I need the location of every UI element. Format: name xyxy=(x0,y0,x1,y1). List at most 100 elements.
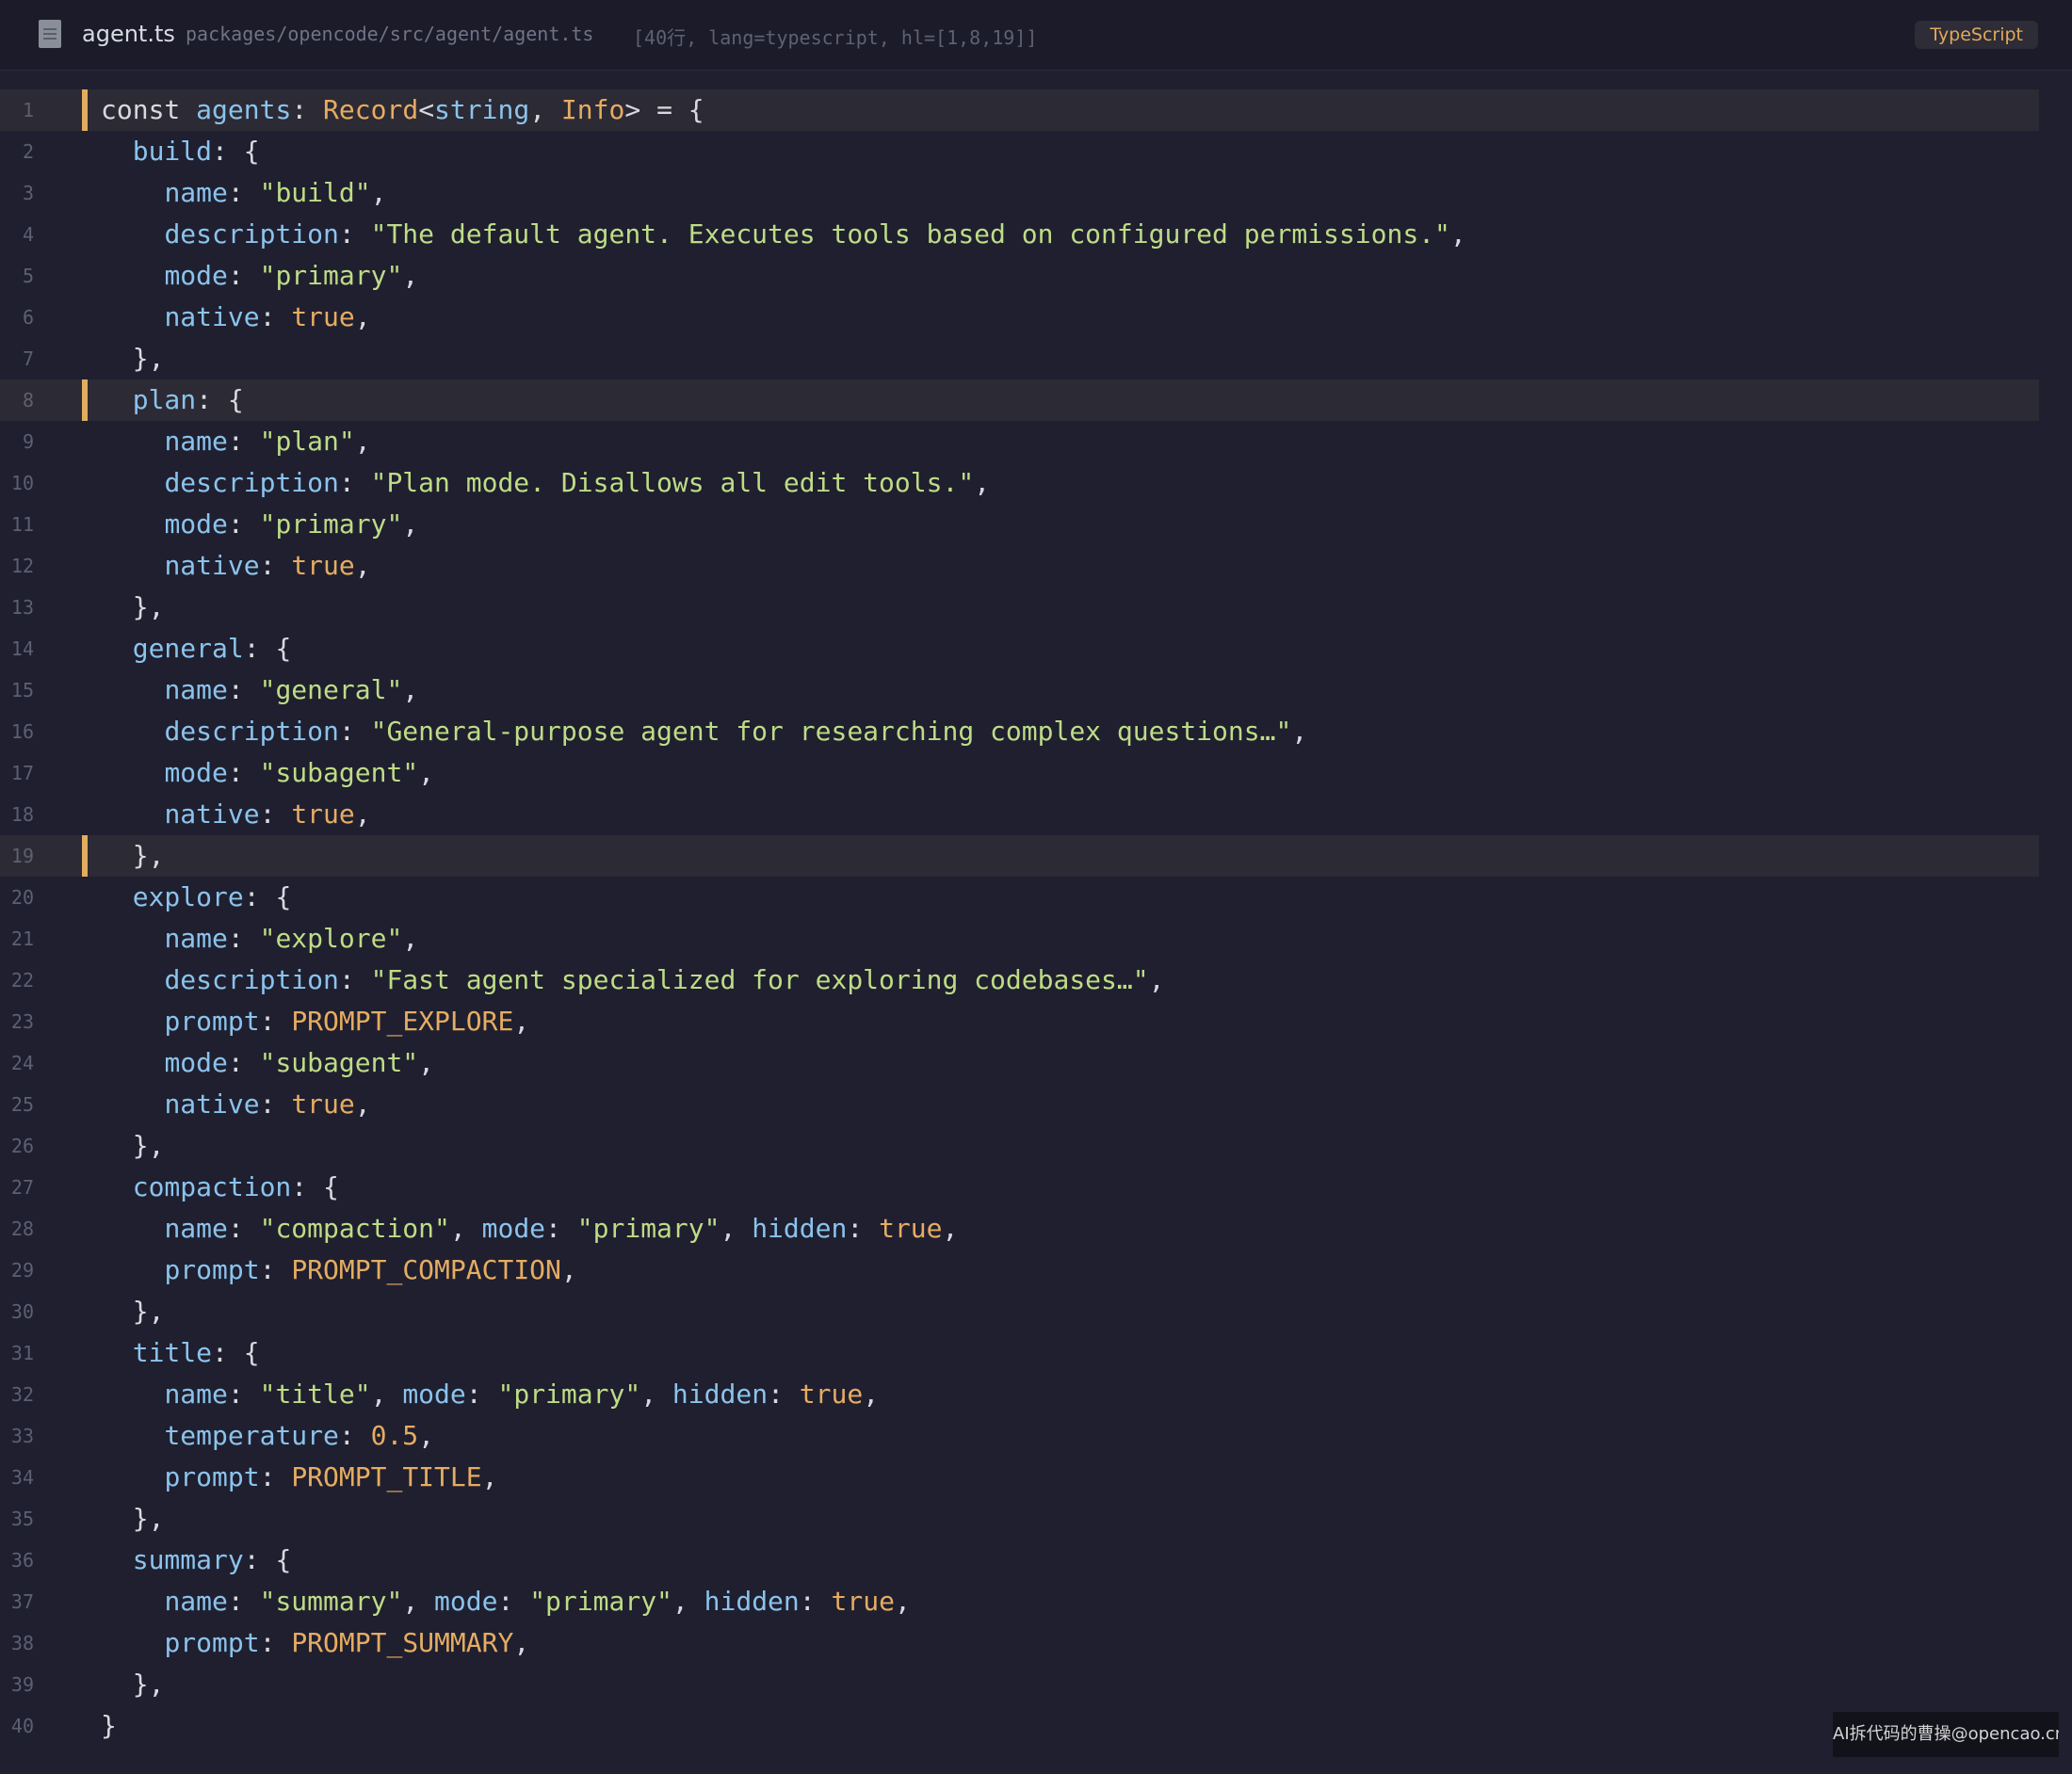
line-number: 26 xyxy=(10,1135,34,1157)
line-number: 12 xyxy=(10,555,34,577)
line-number: 7 xyxy=(22,347,34,370)
code-line[interactable]: 7 }, xyxy=(0,338,2039,379)
file-path: packages/opencode/src/agent/agent.ts xyxy=(186,23,594,45)
line-number: 6 xyxy=(22,306,34,329)
code-line[interactable]: 6 native: true, xyxy=(0,297,2039,338)
line-number: 14 xyxy=(10,637,34,660)
code-line[interactable]: 9 name: "plan", xyxy=(0,421,2039,462)
code-line[interactable]: 2 build: { xyxy=(0,131,2039,172)
code-line[interactable]: 38 prompt: PROMPT_SUMMARY, xyxy=(0,1622,2039,1664)
code-line[interactable]: 17 mode: "subagent", xyxy=(0,752,2039,794)
code-text: mode: "subagent", xyxy=(164,757,435,788)
code-line[interactable]: 12 native: true, xyxy=(0,545,2039,587)
code-text: prompt: PROMPT_EXPLORE, xyxy=(164,1006,530,1037)
code-line[interactable]: 3 name: "build", xyxy=(0,172,2039,214)
code-line[interactable]: 22 description: "Fast agent specialized … xyxy=(0,960,2039,1001)
code-line[interactable]: 5 mode: "primary", xyxy=(0,255,2039,297)
code-line[interactable]: 40} xyxy=(0,1705,2039,1747)
file-meta: [40行, lang=typescript, hl=[1,8,19]] xyxy=(633,26,1038,49)
code-line[interactable]: 13 }, xyxy=(0,587,2039,628)
code-text: }, xyxy=(101,591,165,622)
code-text: }, xyxy=(101,1503,165,1534)
line-number: 19 xyxy=(10,845,34,867)
code-text: prompt: PROMPT_SUMMARY, xyxy=(164,1627,530,1658)
code-line[interactable]: 11 mode: "primary", xyxy=(0,504,2039,545)
line-number: 25 xyxy=(10,1093,34,1116)
code-text: description: "Plan mode. Disallows all e… xyxy=(164,467,991,498)
code-line[interactable]: 37 name: "summary", mode: "primary", hid… xyxy=(0,1581,2039,1622)
line-number: 22 xyxy=(10,969,34,992)
code-text: mode: "primary", xyxy=(164,508,419,540)
code-text: name: "plan", xyxy=(164,426,371,457)
code-text: description: "The default agent. Execute… xyxy=(164,218,1466,250)
highlight-marker xyxy=(82,835,88,877)
code-text: }, xyxy=(101,1669,165,1700)
code-text: name: "title", mode: "primary", hidden: … xyxy=(164,1379,880,1410)
code-line[interactable]: 25 native: true, xyxy=(0,1084,2039,1125)
code-line[interactable]: 15 name: "general", xyxy=(0,669,2039,711)
code-line[interactable]: 10 description: "Plan mode. Disallows al… xyxy=(0,462,2039,504)
code-text: general: { xyxy=(132,633,292,664)
line-number: 30 xyxy=(10,1300,34,1323)
code-text: native: true, xyxy=(164,1089,371,1120)
code-text: const agents: Record<string, Info> = { xyxy=(101,94,704,125)
code-line[interactable]: 19 }, xyxy=(0,835,2039,877)
code-line[interactable]: 4 description: "The default agent. Execu… xyxy=(0,214,2039,255)
line-number: 38 xyxy=(10,1632,34,1654)
code-text: compaction: { xyxy=(132,1171,339,1202)
code-line[interactable]: 39 }, xyxy=(0,1664,2039,1705)
code-text: build: { xyxy=(132,136,260,167)
line-number: 20 xyxy=(10,886,34,909)
code-line[interactable]: 30 }, xyxy=(0,1291,2039,1332)
code-text: }, xyxy=(101,840,165,871)
line-number: 39 xyxy=(10,1673,34,1696)
line-number: 29 xyxy=(10,1259,34,1282)
line-number: 21 xyxy=(10,927,34,950)
code-line[interactable]: 28 name: "compaction", mode: "primary", … xyxy=(0,1208,2039,1250)
code-line[interactable]: 14 general: { xyxy=(0,628,2039,669)
code-text: name: "compaction", mode: "primary", hid… xyxy=(164,1213,959,1244)
code-text: name: "summary", mode: "primary", hidden… xyxy=(164,1586,911,1617)
highlight-marker xyxy=(82,379,88,421)
code-line[interactable]: 34 prompt: PROMPT_TITLE, xyxy=(0,1457,2039,1498)
line-number: 35 xyxy=(10,1508,34,1530)
code-text: title: { xyxy=(132,1337,260,1368)
code-text: native: true, xyxy=(164,301,371,332)
code-line[interactable]: 16 description: "General-purpose agent f… xyxy=(0,711,2039,752)
code-line[interactable]: 33 temperature: 0.5, xyxy=(0,1415,2039,1457)
code-text: name: "explore", xyxy=(164,923,419,954)
code-line[interactable]: 8 plan: { xyxy=(0,379,2039,421)
line-number: 40 xyxy=(10,1715,34,1737)
file-name[interactable]: agent.ts xyxy=(82,21,175,47)
code-line[interactable]: 32 name: "title", mode: "primary", hidde… xyxy=(0,1374,2039,1415)
language-badge: TypeScript xyxy=(1915,21,2038,49)
code-line[interactable]: 35 }, xyxy=(0,1498,2039,1540)
code-text: explore: { xyxy=(132,881,292,912)
code-line[interactable]: 20 explore: { xyxy=(0,877,2039,918)
line-number: 37 xyxy=(10,1590,34,1613)
line-number: 23 xyxy=(10,1010,34,1033)
line-number: 9 xyxy=(22,430,34,453)
line-number: 24 xyxy=(10,1052,34,1074)
line-number: 33 xyxy=(10,1425,34,1447)
highlight-marker xyxy=(82,89,88,131)
code-line[interactable]: 26 }, xyxy=(0,1125,2039,1167)
code-text: temperature: 0.5, xyxy=(164,1420,435,1451)
code-line[interactable]: 21 name: "explore", xyxy=(0,918,2039,960)
code-line[interactable]: 23 prompt: PROMPT_EXPLORE, xyxy=(0,1001,2039,1042)
code-line[interactable]: 36 summary: { xyxy=(0,1540,2039,1581)
code-text: native: true, xyxy=(164,798,371,830)
code-line[interactable]: 31 title: { xyxy=(0,1332,2039,1374)
line-number: 11 xyxy=(10,513,34,536)
line-number: 16 xyxy=(10,720,34,743)
code-line[interactable]: 18 native: true, xyxy=(0,794,2039,835)
code-text: }, xyxy=(101,1130,165,1161)
code-line[interactable]: 29 prompt: PROMPT_COMPACTION, xyxy=(0,1250,2039,1291)
code-line[interactable]: 1 const agents: Record<string, Info> = { xyxy=(0,89,2039,131)
code-line[interactable]: 24 mode: "subagent", xyxy=(0,1042,2039,1084)
code-text: }, xyxy=(101,1296,165,1327)
code-text: name: "build", xyxy=(164,177,387,208)
code-text: summary: { xyxy=(132,1544,292,1575)
code-line[interactable]: 27 compaction: { xyxy=(0,1167,2039,1208)
line-number: 5 xyxy=(22,265,34,287)
